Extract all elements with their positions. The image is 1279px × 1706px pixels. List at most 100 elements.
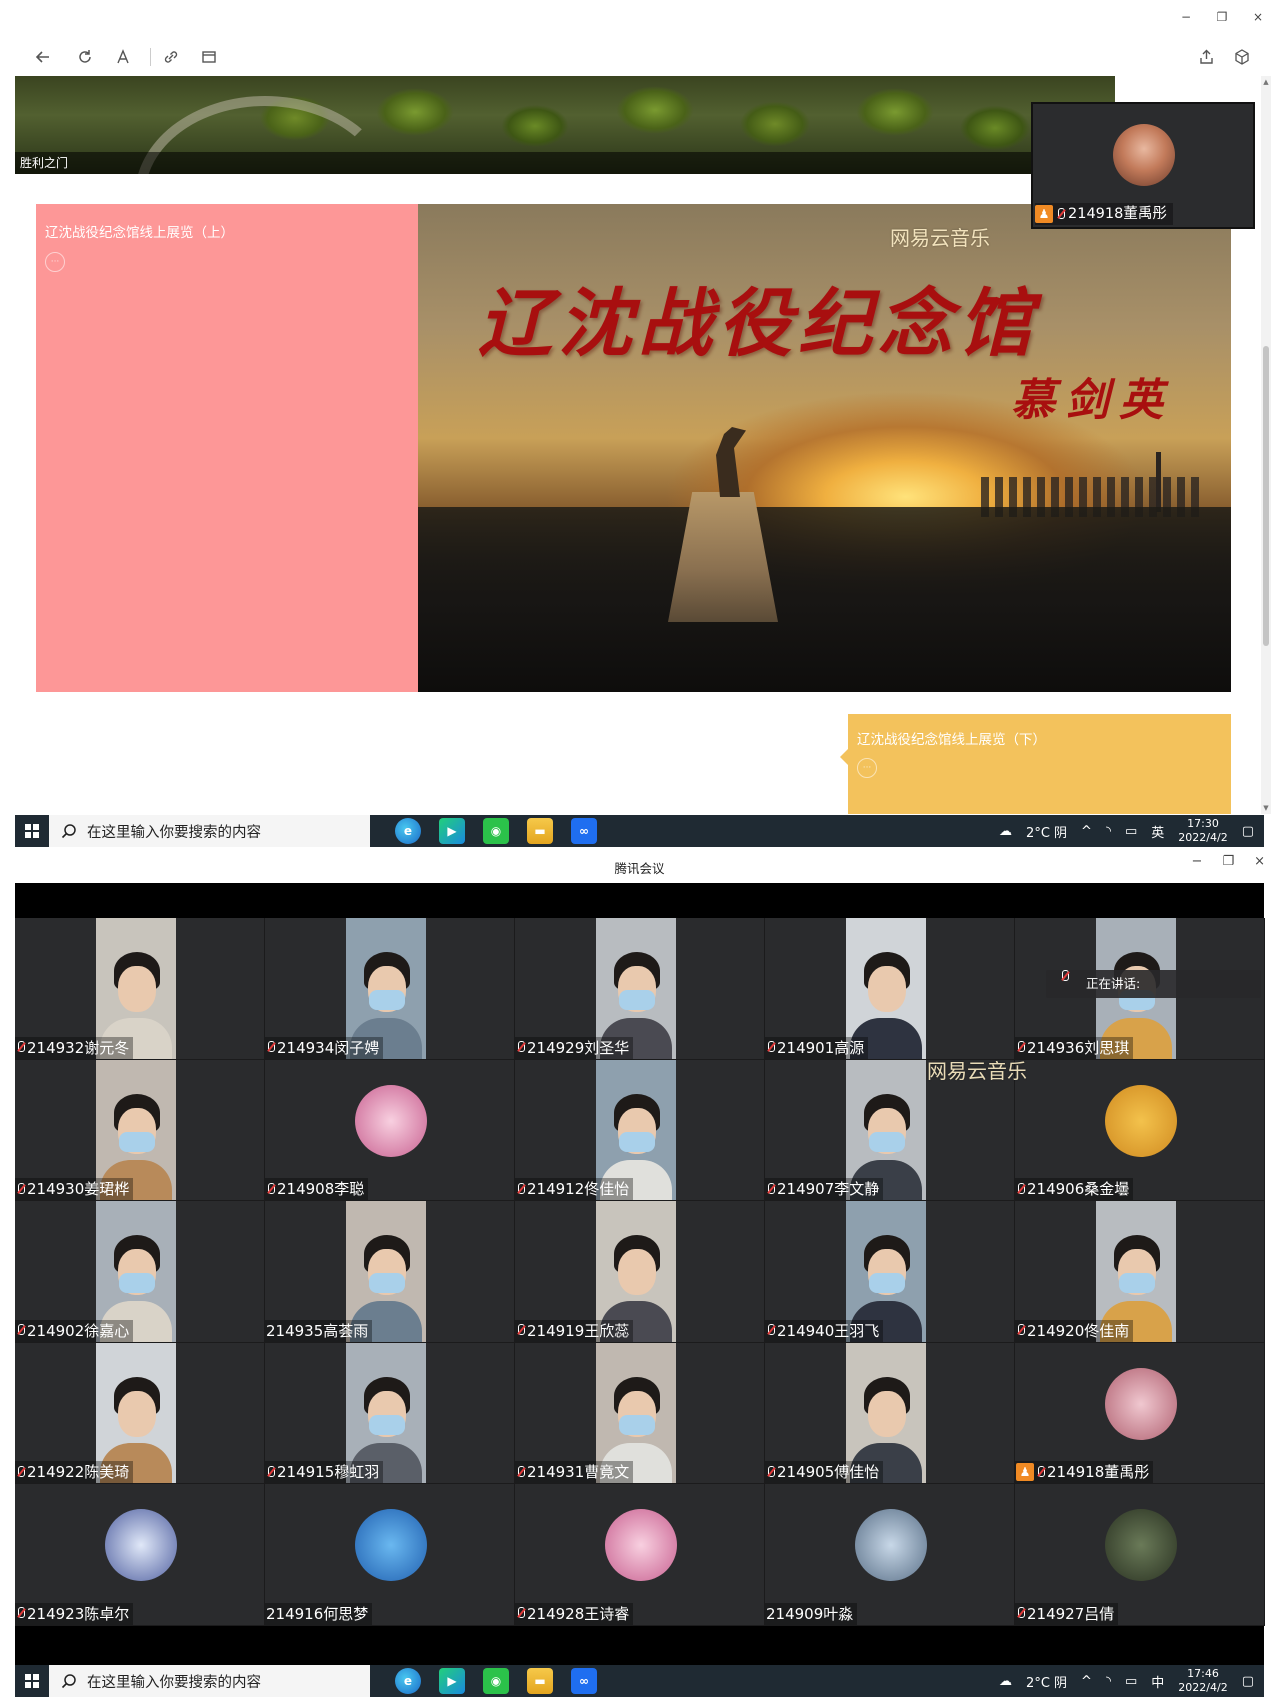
weather-text[interactable]: 2°C 阴 — [1026, 1672, 1067, 1691]
page-scrollbar[interactable]: ▲ ▼ — [1261, 76, 1271, 814]
avatar — [355, 1509, 427, 1582]
taskbar-search-box[interactable]: 在这里输入你要搜索的内容 — [49, 815, 370, 847]
more-icon[interactable]: ··· — [45, 252, 65, 272]
participant-tile[interactable]: 214905傅佳怡 — [765, 1342, 1015, 1485]
clock-time: 17:30 — [1187, 817, 1219, 830]
folder-icon[interactable]: ▬ — [527, 818, 553, 844]
participant-tile[interactable]: 214915穆虹羽 — [265, 1342, 515, 1485]
close-button[interactable]: × — [1254, 854, 1265, 869]
link-icon[interactable] — [158, 44, 184, 70]
mic-muted-icon — [516, 1465, 525, 1479]
browser-window-controls: − ❐ × — [1179, 10, 1265, 24]
participant-tile[interactable]: 214931曹竟文 — [515, 1342, 765, 1485]
participant-tile[interactable]: 214902徐嘉心 — [15, 1201, 265, 1343]
play-icon[interactable]: ▶ — [439, 1668, 465, 1694]
refresh-icon[interactable] — [72, 44, 98, 70]
participant-tile[interactable]: 214940王羽飞 — [765, 1201, 1015, 1343]
participant-face — [868, 966, 906, 1012]
notification-icon[interactable]: ▢ — [1242, 824, 1254, 839]
participant-face — [618, 1249, 656, 1296]
participant-tile[interactable]: 214916何思梦 — [265, 1484, 515, 1626]
clock-date: 2022/4/2 — [1178, 1681, 1228, 1694]
participant-tile[interactable]: 214934闵子娉 — [265, 918, 515, 1060]
participant-name: 214916何思梦 — [266, 1604, 369, 1623]
notification-icon[interactable]: ▢ — [1242, 1674, 1254, 1689]
clock-time: 17:46 — [1187, 1667, 1219, 1680]
weather-text[interactable]: 2°C 阴 — [1026, 822, 1067, 841]
system-tray: ☁ 2°C 阴 ^ ◝ ▭ 英 17:30 2022/4/2 ▢ — [999, 815, 1254, 847]
ime-indicator[interactable]: 中 — [1151, 1672, 1164, 1691]
floating-video-tile[interactable]: ♟ 214918董禹彤 — [1031, 102, 1255, 229]
scroll-up-icon[interactable]: ▲ — [1261, 78, 1271, 86]
window-icon[interactable] — [196, 44, 222, 70]
participant-tile[interactable]: 214935高荟雨 — [265, 1201, 515, 1343]
participant-name-bar: 214907李文静 — [765, 1178, 884, 1201]
taskbar-top: 在这里输入你要搜索的内容 e ▶ ◉ ▬ ∞ ☁ 2°C 阴 ^ ◝ ▭ 英 1… — [15, 815, 1264, 847]
search-icon — [61, 824, 76, 839]
exhibit-card-upper-title: 辽沈战役纪念馆线上展览（上） — [45, 225, 234, 241]
participant-tile[interactable]: 214912佟佳怡 — [515, 1059, 765, 1202]
battery-icon[interactable]: ▭ — [1125, 824, 1137, 839]
windows-start-icon[interactable] — [15, 1665, 49, 1697]
network-icon[interactable]: ◝ — [1106, 824, 1111, 839]
exhibit-card-lower[interactable]: 辽沈战役纪念馆线上展览（下） ··· — [840, 714, 1231, 814]
back-arrow-icon[interactable] — [30, 44, 56, 70]
participant-tile[interactable]: 214901高源 — [765, 918, 1015, 1060]
wechat-icon[interactable]: ◉ — [483, 818, 509, 844]
speaking-label: 正在讲话: — [1086, 976, 1141, 991]
restore-button[interactable]: ❐ — [1222, 854, 1234, 869]
scrollbar-thumb[interactable] — [1263, 346, 1269, 646]
cube-icon[interactable] — [1229, 44, 1255, 70]
battery-icon[interactable]: ▭ — [1125, 1674, 1137, 1689]
folder-icon[interactable]: ▬ — [527, 1668, 553, 1694]
taskbar-clock[interactable]: 17:30 2022/4/2 — [1178, 817, 1227, 845]
participant-name: 214919王欣蕊 — [527, 1321, 630, 1340]
play-icon[interactable]: ▶ — [439, 818, 465, 844]
minimize-button[interactable]: − — [1179, 10, 1193, 24]
participant-tile[interactable]: 214906桑金壜 — [1015, 1059, 1265, 1202]
mic-muted-icon — [16, 1324, 25, 1337]
share-icon[interactable] — [1193, 44, 1219, 70]
participant-tile[interactable]: 214927吕倩 — [1015, 1484, 1265, 1626]
participant-tile[interactable]: 214920佟佳南 — [1015, 1201, 1265, 1343]
restore-button[interactable]: ❐ — [1215, 10, 1229, 24]
participant-name-bar: 214901高源 — [765, 1036, 869, 1059]
participant-name-bar: 214916何思梦 — [265, 1602, 373, 1625]
edge-icon[interactable]: e — [395, 818, 421, 844]
participant-tile[interactable]: 214928王诗睿 — [515, 1484, 765, 1626]
network-icon[interactable]: ◝ — [1106, 1674, 1111, 1689]
clock-date: 2022/4/2 — [1178, 831, 1228, 844]
tencent-meeting-icon[interactable]: ∞ — [571, 1668, 597, 1694]
scroll-down-icon[interactable]: ▼ — [1261, 804, 1271, 812]
tencent-meeting-icon[interactable]: ∞ — [571, 818, 597, 844]
participant-tile[interactable]: 214932谢元冬 — [15, 918, 265, 1060]
exhibit-card-upper[interactable]: 辽沈战役纪念馆线上展览（上） ··· — [36, 204, 418, 692]
participant-name: 214905傅佳怡 — [777, 1463, 880, 1482]
minimize-button[interactable]: − — [1192, 854, 1203, 869]
close-button[interactable]: × — [1251, 10, 1265, 24]
taskbar-search-placeholder: 在这里输入你要搜索的内容 — [87, 1674, 261, 1691]
windows-start-icon[interactable] — [15, 815, 49, 847]
edge-icon[interactable]: e — [395, 1668, 421, 1694]
participant-tile[interactable]: 214919王欣蕊 — [515, 1201, 765, 1343]
participant-name-bar: 214906桑金壜 — [1015, 1178, 1134, 1201]
participant-tile[interactable]: 214923陈卓尔 — [15, 1484, 265, 1626]
chevron-up-icon[interactable]: ^ — [1081, 824, 1092, 839]
participant-name-bar: 214927吕倩 — [1015, 1602, 1119, 1625]
participant-tile[interactable]: 214909叶淼 — [765, 1484, 1015, 1626]
participant-tile[interactable]: 214908李聪 — [265, 1059, 515, 1202]
taskbar-search-box[interactable]: 在这里输入你要搜索的内容 — [49, 1665, 370, 1697]
participant-tile[interactable]: 214929刘圣华 — [515, 918, 765, 1060]
meeting-window-title: 腾讯会议 — [614, 861, 665, 876]
font-size-icon[interactable] — [110, 44, 136, 70]
participant-tile[interactable]: 214930姜珺桦 — [15, 1059, 265, 1202]
ime-indicator[interactable]: 英 — [1151, 822, 1164, 841]
more-icon[interactable]: ··· — [857, 758, 877, 778]
chevron-up-icon[interactable]: ^ — [1081, 1674, 1092, 1689]
taskbar-search-placeholder: 在这里输入你要搜索的内容 — [87, 824, 261, 841]
taskbar-clock[interactable]: 17:46 2022/4/2 — [1178, 1667, 1227, 1695]
participant-tile[interactable]: ♟ 214918董禹彤 — [1015, 1342, 1265, 1485]
participant-mask — [369, 1273, 405, 1294]
wechat-icon[interactable]: ◉ — [483, 1668, 509, 1694]
participant-tile[interactable]: 214922陈美琦 — [15, 1342, 265, 1485]
